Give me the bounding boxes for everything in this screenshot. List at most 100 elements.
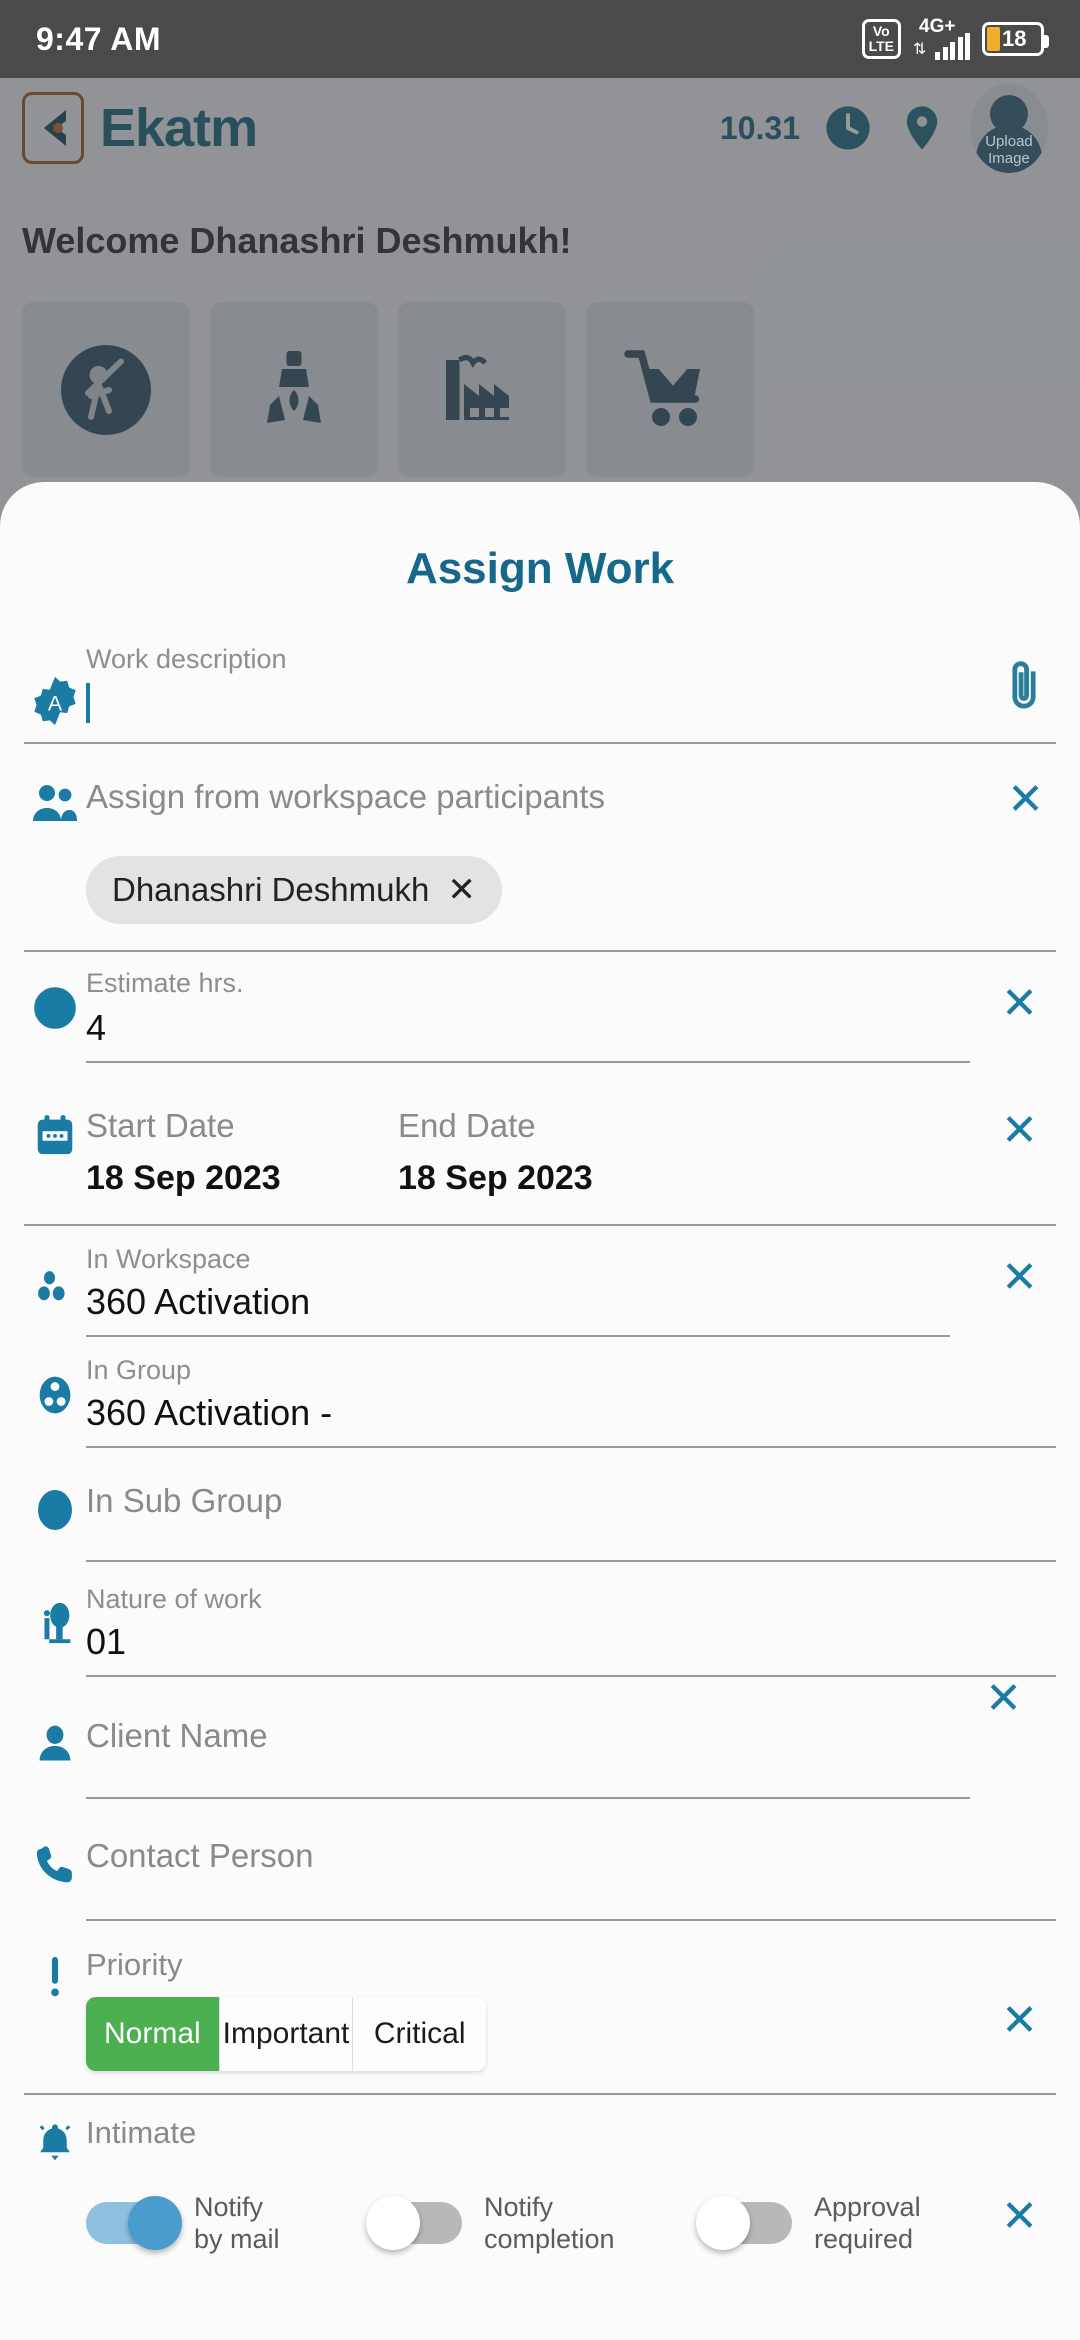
status-bar: 9:47 AM Vo LTE 4G+ ⇅ 18 (0, 0, 1080, 78)
priority-option-normal[interactable]: Normal (86, 1997, 220, 2071)
signal-icon: 4G+ ⇅ (913, 16, 970, 60)
network-label: 4G+ (919, 16, 956, 37)
toggle-notify-completion[interactable]: Notify completion (366, 2191, 706, 2255)
start-date-value: 18 Sep 2023 (86, 1159, 281, 1197)
workspace-dots-glyph (38, 1271, 65, 1301)
in-sub-group-field[interactable]: In Sub Group (86, 1482, 1056, 1562)
phone-glyph (36, 1846, 72, 1883)
toggle-notify-completion-label: Notify completion (484, 2192, 615, 2254)
tree-glyph (43, 1602, 71, 1644)
in-workspace-value: 360 Activation (86, 1281, 311, 1322)
estimate-hours-clear-button[interactable]: ✕ (989, 982, 1050, 1026)
group-circle-icon (24, 1355, 86, 1419)
text-cursor (86, 683, 90, 723)
exclamation-icon (24, 1947, 86, 2001)
svg-text:A: A (48, 691, 63, 715)
badge-a-icon: A (24, 644, 86, 728)
toggle-notify-by-mail[interactable]: Notify by mail (86, 2191, 376, 2255)
work-description-row: A Work description (24, 644, 1056, 744)
assign-participants-clear-button[interactable]: ✕ (995, 778, 1056, 822)
assign-participants-row: Assign from workspace participants ✕ (24, 744, 1056, 824)
subgroup-circle-icon (24, 1482, 86, 1534)
intimate-row: Intimate (24, 2095, 1056, 2165)
date-fields: Start Date 18 Sep 2023 End Date 18 Sep 2… (86, 1107, 710, 1198)
estimate-hours-value: 4 (86, 1007, 107, 1048)
person-glyph (39, 1725, 71, 1761)
battery-percent: 18 (1002, 26, 1027, 51)
toggle-approval-required-label: Approval required (814, 2192, 921, 2254)
paperclip-glyph (1012, 661, 1036, 709)
intimate-label: Intimate (86, 2115, 197, 2150)
avatar-upload-label: Upload Image (985, 133, 1033, 167)
priority-label: Priority (86, 1947, 183, 1982)
priority-option-critical[interactable]: Critical (353, 1997, 486, 2071)
contact-person-row: Contact Person (24, 1799, 1056, 1921)
calendar-glyph (37, 1115, 73, 1155)
end-date-field[interactable]: End Date 18 Sep 2023 (398, 1107, 710, 1198)
intimate-clear-button[interactable]: ✕ (989, 2195, 1050, 2239)
client-name-clear-button[interactable]: ✕ (973, 1677, 1034, 1721)
person-icon (24, 1717, 86, 1767)
participant-chip-list: Dhanashri Deshmukh ✕ (24, 824, 1056, 950)
people-glyph (33, 785, 77, 821)
bell-glyph (39, 2124, 71, 2161)
subgroup-circle-glyph (38, 1489, 72, 1531)
toggle-knob (696, 2196, 750, 2250)
in-workspace-row: In Workspace 360 Activation ✕ (24, 1226, 1056, 1337)
client-name-field[interactable]: Client Name (86, 1717, 970, 1799)
people-icon (24, 778, 86, 824)
toggle-notify-by-mail-switch[interactable] (86, 2196, 182, 2250)
participant-chip[interactable]: Dhanashri Deshmukh ✕ (86, 856, 502, 924)
clock-glyph (34, 987, 76, 1029)
estimate-hours-field[interactable]: Estimate hrs. 4 (86, 968, 970, 1063)
contact-person-field[interactable]: Contact Person (86, 1837, 1056, 1921)
nature-of-work-row: Nature of work 01 (24, 1562, 1056, 1677)
priority-segmented-control: Normal Important Critical (86, 1997, 486, 2071)
priority-clear-button[interactable]: ✕ (989, 1999, 1050, 2043)
paperclip-icon[interactable] (1002, 644, 1056, 719)
contact-person-placeholder: Contact Person (86, 1837, 314, 1874)
in-sub-group-placeholder: In Sub Group (86, 1482, 283, 1519)
in-workspace-clear-button[interactable]: ✕ (989, 1256, 1050, 1300)
in-sub-group-row: In Sub Group (24, 1448, 1056, 1562)
participant-chip-name: Dhanashri Deshmukh (112, 871, 430, 908)
toggles-spacer (24, 2165, 86, 2169)
participant-chip-remove-button[interactable]: ✕ (447, 870, 476, 910)
in-group-label: In Group (86, 1355, 192, 1385)
status-icons: Vo LTE 4G+ ⇅ 18 (861, 16, 1049, 60)
start-date-field[interactable]: Start Date 18 Sep 2023 (86, 1107, 398, 1198)
battery-fill (987, 27, 1000, 51)
toggle-approval-required[interactable]: Approval required (696, 2191, 1006, 2255)
volte-icon: Vo LTE (861, 19, 901, 59)
calendar-icon (24, 1107, 86, 1159)
in-workspace-label: In Workspace (86, 1244, 251, 1274)
nature-of-work-label: Nature of work (86, 1584, 262, 1614)
estimate-hours-row: Estimate hrs. 4 ✕ (24, 950, 1056, 1063)
start-date-label: Start Date (86, 1107, 235, 1144)
work-description-field[interactable]: Work description (86, 644, 1002, 723)
dates-clear-button[interactable]: ✕ (989, 1109, 1050, 1153)
priority-option-important[interactable]: Important (219, 1997, 354, 2071)
nature-of-work-value: 01 (86, 1621, 127, 1662)
data-arrows-icon: ⇅ (913, 41, 927, 58)
client-name-row: Client Name ✕ (24, 1677, 1056, 1799)
in-group-field[interactable]: In Group 360 Activation - (86, 1355, 1056, 1448)
exclamation-glyph (51, 1956, 59, 1997)
estimate-hours-label: Estimate hrs. (86, 968, 244, 998)
bell-icon (24, 2115, 86, 2165)
intimate-toggles: Notify by mail Notify completion Approva… (86, 2165, 1056, 2255)
intimate-toggles-row: Notify by mail Notify completion Approva… (24, 2165, 1056, 2255)
assign-work-sheet: Assign Work A Work description Assign fr… (0, 482, 1080, 2340)
nature-of-work-field[interactable]: Nature of work 01 (86, 1584, 1056, 1677)
end-date-value: 18 Sep 2023 (398, 1159, 593, 1197)
in-workspace-field[interactable]: In Workspace 360 Activation (86, 1244, 950, 1337)
sheet-title: Assign Work (405, 544, 675, 593)
workspace-dots-icon (24, 1244, 86, 1308)
phone-screen: 9:47 AM Vo LTE 4G+ ⇅ 18 Upload Image Ass… (0, 0, 1080, 2340)
toggle-approval-required-switch[interactable] (696, 2196, 792, 2250)
status-time: 9:47 AM (36, 20, 162, 57)
assign-participants-field[interactable]: Assign from workspace participants (86, 778, 995, 816)
toggle-notify-completion-switch[interactable] (366, 2196, 462, 2250)
client-name-placeholder: Client Name (86, 1717, 268, 1754)
battery-icon: 18 (982, 22, 1049, 56)
